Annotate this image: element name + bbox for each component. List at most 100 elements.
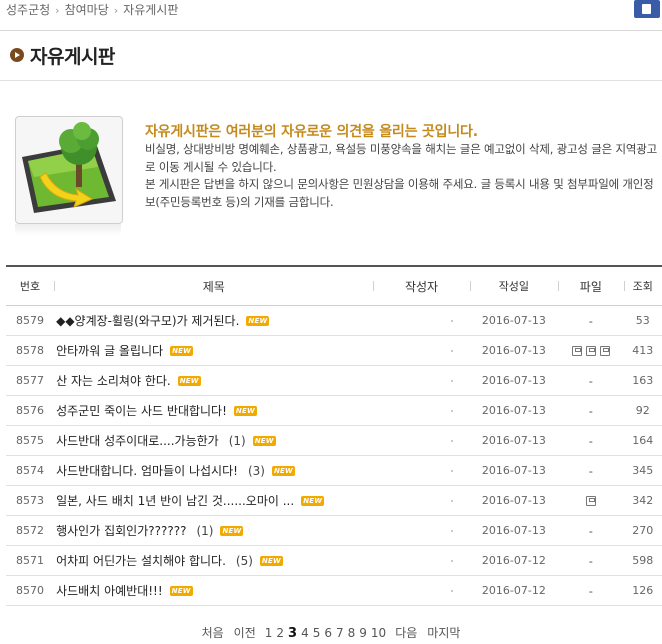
table-row[interactable]: 8573 일본, 사드 배치 1년 반이 남긴 것......오마이 ... NEW… — [6, 486, 662, 516]
table-row[interactable]: 8570 사드배치 아예반대!!! NEW 2016-07-12 - 126 — [6, 576, 662, 606]
attachment-icon[interactable] — [585, 495, 596, 506]
page-number-link[interactable]: 2 — [276, 626, 284, 640]
print-button[interactable] — [634, 0, 660, 18]
row-views: 413 — [632, 344, 654, 357]
row-date: 2016-07-13 — [481, 434, 546, 447]
board-illustration — [15, 116, 123, 224]
page-prev-link[interactable]: 이전 — [234, 626, 256, 640]
post-title-link[interactable]: 사드반대합니다. 엄마들이 나섭시다! — [56, 462, 238, 479]
post-title-link[interactable]: 사드반대 성주이대로....가능한가 — [56, 432, 219, 449]
author-placeholder — [450, 499, 453, 502]
row-number: 8573 — [16, 494, 45, 507]
file-value: - — [588, 373, 593, 388]
breadcrumb-participation[interactable]: 참여마당 — [65, 3, 109, 17]
row-author — [373, 396, 469, 425]
row-title-cell: 성주군민 죽이는 사드 반대합니다! NEW — [54, 396, 373, 425]
attachment-icon[interactable] — [599, 345, 610, 356]
comment-count: (1) — [196, 523, 214, 538]
breadcrumb-separator-icon: › — [55, 4, 60, 17]
row-date: 2016-07-13 — [481, 314, 546, 327]
page-next-link[interactable]: 다음 — [395, 626, 417, 640]
row-date: 2016-07-13 — [481, 464, 546, 477]
table-row[interactable]: 8575 사드반대 성주이대로....가능한가 (1) NEW 2016-07-13 - 1… — [6, 426, 662, 456]
file-value: - — [588, 583, 593, 598]
row-author — [373, 366, 469, 395]
row-title-cell: 행사인가 집회인가?????? (1) NEW — [54, 516, 373, 545]
page-number-link[interactable]: 6 — [324, 626, 332, 640]
table-row[interactable]: 8571 어차피 어딘가는 설치해야 합니다. (5) NEW 2016-07-12 - 5… — [6, 546, 662, 576]
post-title-link[interactable]: 일본, 사드 배치 1년 반이 남긴 것......오마이 ... — [56, 492, 294, 509]
table-header: 번호 제목 작성자 작성일 파일 조회 — [6, 267, 662, 306]
post-title-link[interactable]: 행사인가 집회인가?????? — [56, 522, 186, 539]
comment-count: (3) — [247, 463, 265, 478]
page-number-link[interactable]: 4 — [301, 626, 309, 640]
table-row[interactable]: 8577 산 자는 소리쳐야 한다. NEW 2016-07-13 - 163 — [6, 366, 662, 396]
table-row[interactable]: 8578 안타까워 글 올립니다 NEW 2016-07-13 413 — [6, 336, 662, 366]
tree-monitor-icon — [22, 122, 116, 213]
row-date: 2016-07-12 — [481, 584, 546, 597]
file-value: - — [588, 553, 593, 568]
row-number: 8572 — [16, 524, 45, 537]
breadcrumb-home[interactable]: 성주군청 — [6, 3, 50, 17]
file-value: - — [588, 523, 593, 538]
row-date: 2016-07-13 — [481, 404, 546, 417]
row-views: 345 — [632, 464, 654, 477]
pagination: 처음 이전 1 2 3 4 5 6 7 8 9 10 다음 마지막 — [0, 624, 662, 641]
title-bullet-icon — [10, 48, 24, 62]
attachment-icon[interactable] — [571, 345, 582, 356]
page-last-link[interactable]: 마지막 — [427, 626, 460, 640]
row-title-cell: 산 자는 소리쳐야 한다. NEW — [54, 366, 373, 395]
row-file: - — [558, 516, 623, 545]
row-file: - — [558, 546, 623, 575]
attachment-icon[interactable] — [585, 345, 596, 356]
intro-heading: 자유게시판은 여러분의 자유로운 의견을 올리는 곳입니다. — [145, 124, 478, 140]
row-views: 163 — [632, 374, 654, 387]
post-title-link[interactable]: ◆◆양계장-휠링(와구모)가 제거된다. — [56, 312, 239, 329]
new-badge-icon: NEW — [233, 405, 257, 416]
row-title-cell: ◆◆양계장-휠링(와구모)가 제거된다. NEW — [54, 306, 373, 335]
post-title-link[interactable]: 사드배치 아예반대!!! — [56, 582, 163, 599]
row-author — [373, 306, 469, 335]
new-badge-icon: NEW — [177, 375, 201, 386]
divider — [0, 30, 662, 31]
intro-notice: 비실명, 상대방비방 명예훼손, 상품광고, 욕설등 미풍양속을 해치는 글은 … — [145, 141, 660, 211]
table-row[interactable]: 8574 사드반대합니다. 엄마들이 나섭시다! (3) NEW 2016-07-13 -… — [6, 456, 662, 486]
page-number-link[interactable]: 9 — [359, 626, 367, 640]
page-number-link[interactable]: 10 — [371, 626, 386, 640]
page-first-link[interactable]: 처음 — [202, 626, 224, 640]
row-number: 8571 — [16, 554, 45, 567]
post-title-link[interactable]: 어차피 어딘가는 설치해야 합니다. — [56, 552, 226, 569]
row-author — [373, 516, 469, 545]
page-number-link[interactable]: 3 — [288, 626, 297, 641]
row-date: 2016-07-13 — [481, 344, 546, 357]
row-file: - — [558, 456, 623, 485]
header-author: 작성자 — [373, 267, 469, 305]
row-views: 92 — [635, 404, 650, 417]
table-row[interactable]: 8572 행사인가 집회인가?????? (1) NEW 2016-07-13 - 270 — [6, 516, 662, 546]
new-badge-icon: NEW — [170, 345, 194, 356]
post-title-link[interactable]: 산 자는 소리쳐야 한다. — [56, 372, 171, 389]
page-number-link[interactable]: 8 — [348, 626, 356, 640]
page-number-link[interactable]: 5 — [313, 626, 321, 640]
post-title-link[interactable]: 안타까워 글 올립니다 — [56, 342, 163, 359]
row-views: 164 — [632, 434, 654, 447]
post-title-link[interactable]: 성주군민 죽이는 사드 반대합니다! — [56, 402, 227, 419]
row-number: 8576 — [16, 404, 45, 417]
row-title-cell: 사드반대 성주이대로....가능한가 (1) NEW — [54, 426, 373, 455]
row-author — [373, 426, 469, 455]
row-file — [558, 336, 623, 365]
row-date: 2016-07-12 — [481, 554, 546, 567]
page-number-link[interactable]: 1 — [265, 626, 273, 640]
row-author — [373, 336, 469, 365]
new-badge-icon: NEW — [259, 555, 283, 566]
page-number-link[interactable]: 7 — [336, 626, 344, 640]
header-title: 제목 — [54, 267, 373, 305]
row-author — [373, 576, 469, 605]
row-file: - — [558, 306, 623, 335]
table-row[interactable]: 8576 성주군민 죽이는 사드 반대합니다! NEW 2016-07-13 - 92 — [6, 396, 662, 426]
author-placeholder — [450, 379, 453, 382]
row-views: 270 — [632, 524, 654, 537]
author-placeholder — [450, 409, 453, 412]
table-row[interactable]: 8579 ◆◆양계장-휠링(와구모)가 제거된다. NEW 2016-07-13 - 53 — [6, 306, 662, 336]
row-author — [373, 486, 469, 515]
